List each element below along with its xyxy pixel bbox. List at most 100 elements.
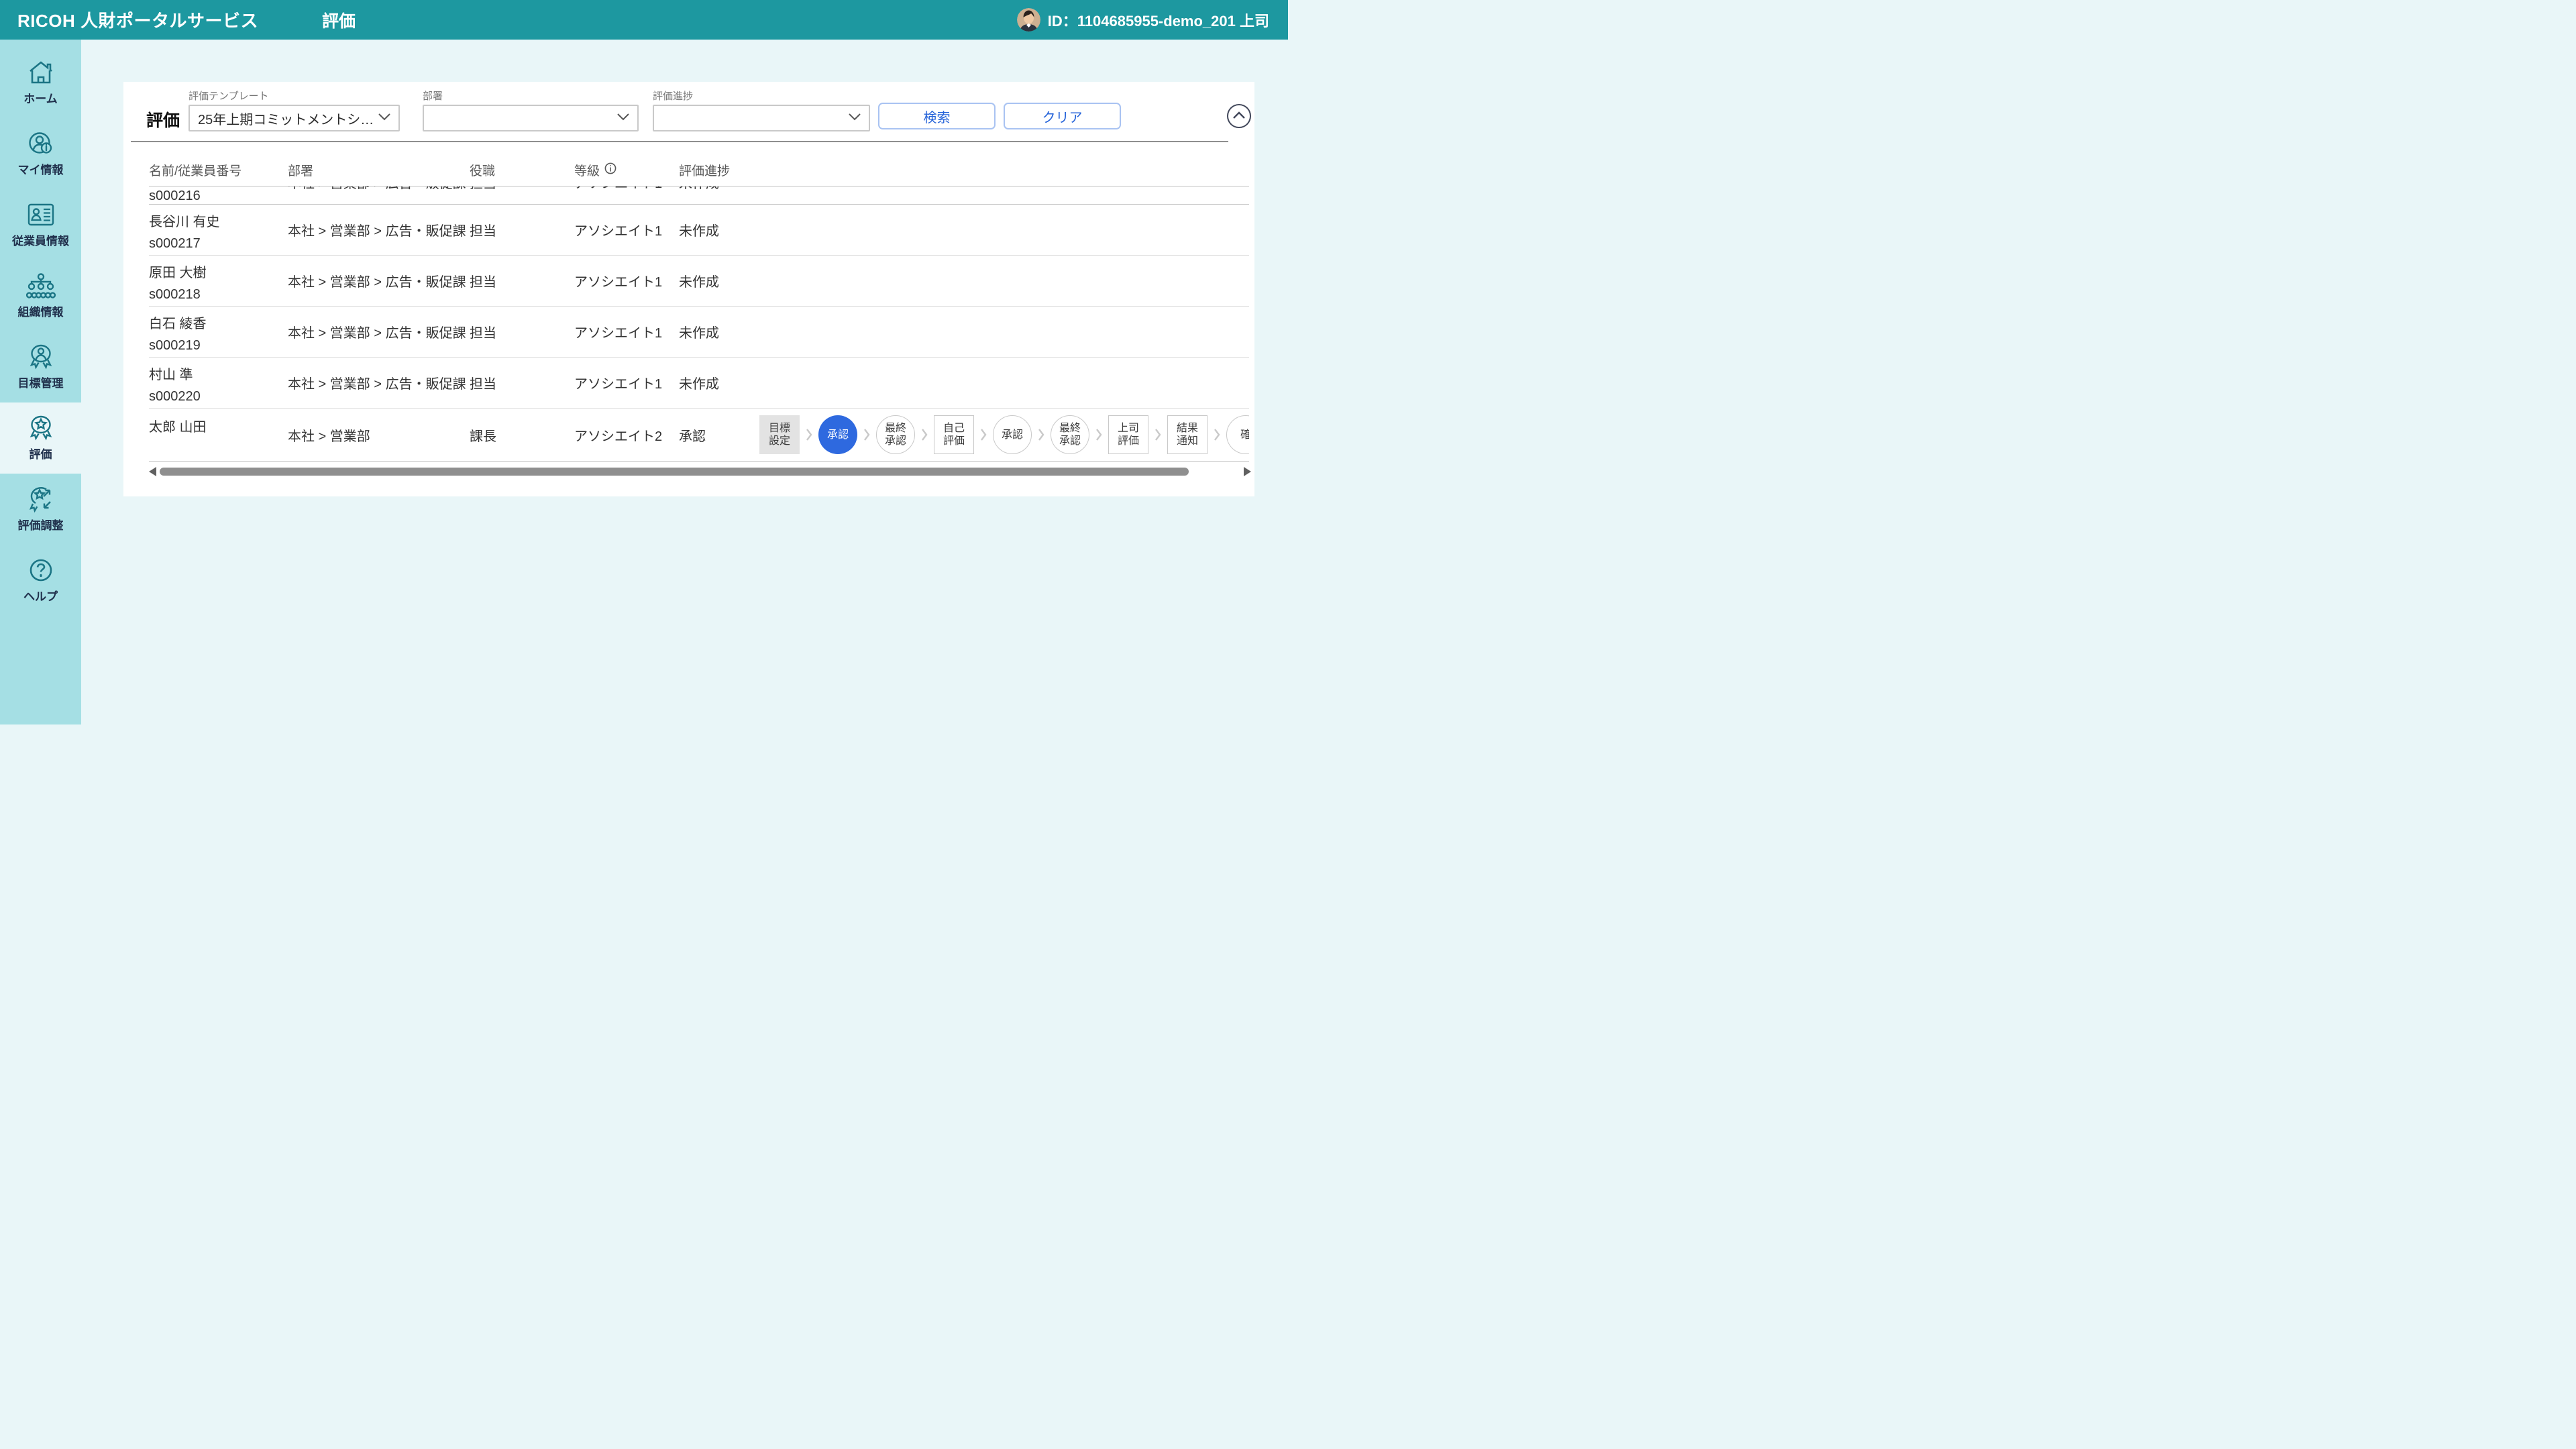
home-icon [27,59,55,86]
sidebar-item-org-info[interactable]: 組織情報 [0,260,81,331]
evaluation-progress-stepper: 目標設定 承認 最終承認 自己評価 [759,415,1249,454]
cell-role: 課長 [470,409,574,461]
table-row[interactable]: 村山 準 s000220 本社 > 営業部 > 広告・販促課 担当 アソシエイト… [149,358,1249,408]
employee-name: 原田 大樹 [149,266,207,280]
step-final-approval-2: 最終承認 [1051,415,1089,454]
table-row[interactable]: 長谷川 有史 s000217 本社 > 営業部 > 広告・販促課 担当 アソシエ… [149,205,1249,255]
column-header-name: 名前/従業員番号 [149,161,288,179]
cell-department: 本社 > 営業部 > 広告・販促課 [288,307,470,357]
employee-name: 白石 綾香 [149,317,207,331]
cell-role: 担当 [470,256,574,306]
cell-grade: アソシエイト1 [574,358,679,408]
sidebar-item-employee-info[interactable]: 従業員情報 [0,189,81,260]
table-row[interactable]: 白石 綾香 s000219 本社 > 営業部 > 広告・販促課 担当 アソシエイ… [149,307,1249,357]
step-arrow-icon [921,428,928,441]
employee-name: 村山 準 [149,368,193,382]
sidebar-item-evaluation-adjust[interactable]: 評価調整 [0,474,81,545]
chevron-down-icon [378,112,390,124]
cell-progress: 未作成 [679,205,1249,255]
table-row[interactable]: 原田 大樹 s000218 本社 > 営業部 > 広告・販促課 担当 アソシエイ… [149,256,1249,306]
sidebar-item-label: 組織情報 [18,303,64,319]
cell-progress: 未作成 [679,256,1249,306]
cell-progress: 承認 目標設定 承認 最終承認 [679,409,1249,461]
sidebar-item-label: 目標管理 [18,374,64,390]
cell-grade: アソシエイト2 [574,409,679,461]
column-header-department: 部署 [288,161,470,179]
step-supervisor-evaluation: 上司評価 [1108,415,1148,454]
employee-id: s000219 [149,338,201,353]
table-bottom-divider [149,461,1249,462]
employee-id: s000216 [149,189,201,203]
cell-grade: アソシエイト1 [574,256,679,306]
goal-management-icon [26,343,56,370]
help-icon [27,557,55,584]
section-title: 評価 [146,107,180,131]
table-row-partial[interactable]: s000216 本社 > 営業部 > 広告・販促課 担当 アソシエイト1 未作成 [149,186,1249,204]
column-header-grade: 等級 [574,161,679,179]
sidebar-item-home[interactable]: ホーム [0,47,81,118]
avatar[interactable] [1017,8,1040,32]
step-arrow-icon [1095,428,1102,441]
evaluation-card: 評価 評価テンプレート 25年上期コミットメントシ… 部署 評価進捗 [123,82,1254,496]
filter-divider [131,141,1228,142]
cell-department: 本社 > 営業部 > 広告・販促課 [288,186,470,204]
scroll-right-arrow-icon[interactable] [1244,467,1251,476]
sidebar-item-label: ホーム [23,89,58,106]
progress-filter-label: 評価進捗 [653,89,870,103]
cell-role: 担当 [470,307,574,357]
step-final-approval: 最終承認 [876,415,915,454]
grade-header-label: 等級 [574,161,600,179]
cell-grade: アソシエイト1 [574,186,679,204]
sidebar-item-goal-management[interactable]: 目標管理 [0,331,81,402]
step-confirmation-partial: 確 [1226,415,1249,454]
sidebar-item-label: 従業員情報 [12,231,69,248]
cell-grade: アソシエイト1 [574,205,679,255]
department-filter: 部署 [423,89,639,131]
step-result-notification: 結果通知 [1167,415,1208,454]
sidebar-item-help[interactable]: ヘルプ [0,545,81,616]
evaluation-icon [26,415,56,441]
cell-department: 本社 > 営業部 [288,409,470,461]
employee-id: s000220 [149,389,201,404]
sidebar-item-label: 評価調整 [18,516,64,533]
progress-filter: 評価進捗 [653,89,870,131]
cell-progress: 未作成 [679,358,1249,408]
employee-name: 長谷川 有史 [149,215,220,229]
cell-progress: 未作成 [679,307,1249,357]
cell-progress: 未作成 [679,186,1249,204]
chevron-up-icon [1233,110,1245,122]
step-arrow-icon [1214,428,1220,441]
collapse-filter-button[interactable] [1227,104,1251,128]
sidebar-item-label: マイ情報 [18,160,64,177]
grade-info-icon[interactable] [604,162,616,178]
column-header-role: 役職 [470,161,574,179]
department-select[interactable] [423,105,639,131]
template-select-value: 25年上期コミットメントシ… [198,109,378,128]
step-arrow-icon [980,428,987,441]
step-approval-2: 承認 [993,415,1032,454]
cell-role: 担当 [470,205,574,255]
sidebar: ホーム マイ情報 従業員情報 [0,40,81,724]
clear-button[interactable]: クリア [1004,103,1121,129]
sidebar-item-label: 評価 [30,445,52,462]
step-self-evaluation: 自己評価 [934,415,974,454]
template-select[interactable]: 25年上期コミットメントシ… [189,105,400,131]
user-menu[interactable]: ID：1104685955-demo_201 上司 [1017,8,1269,32]
step-arrow-icon [863,428,870,441]
search-button[interactable]: 検索 [878,103,996,129]
chevron-down-icon [617,112,629,124]
department-filter-label: 部署 [423,89,639,103]
progress-select[interactable] [653,105,870,131]
sidebar-item-evaluation[interactable]: 評価 [0,402,81,474]
sidebar-item-my-info[interactable]: マイ情報 [0,118,81,189]
table-row[interactable]: 太郎 山田 本社 > 営業部 課長 アソシエイト2 承認 目標設定 承認 [149,409,1249,461]
scroll-left-arrow-icon[interactable] [149,467,156,476]
scrollbar-thumb[interactable] [160,468,1189,476]
cell-grade: アソシエイト1 [574,307,679,357]
user-id-label: ID：1104685955-demo_201 上司 [1048,9,1269,31]
cell-department: 本社 > 営業部 > 広告・販促課 [288,358,470,408]
step-goal-setting: 目標設定 [759,415,800,454]
header-page-title: 評価 [322,8,356,32]
main-content: 評価 評価テンプレート 25年上期コミットメントシ… 部署 評価進捗 [81,40,1288,724]
employee-id: s000217 [149,236,201,251]
